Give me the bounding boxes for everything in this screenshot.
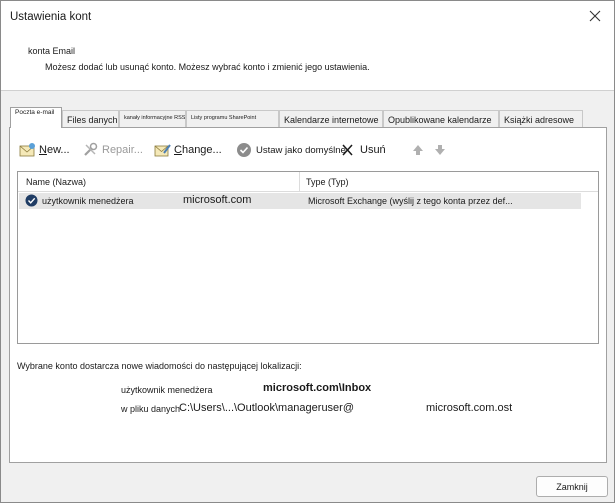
column-name[interactable]: Name (Nazwa) [26,177,86,187]
move-up-button[interactable] [411,140,431,160]
account-row[interactable]: użytkownik menedżera microsoft.com Micro… [19,193,581,209]
checkmark-circle-icon [236,142,253,158]
new-account-button[interactable]: New... [19,140,70,160]
close-icon[interactable] [586,7,604,25]
tab-sharepoint-lists[interactable]: Listy programu SharePoint [186,110,279,127]
set-default-button[interactable]: Ustaw jako domyślne [236,140,346,160]
delivery-location-label: Wybrane konto dostarcza nowe wiadomości … [17,361,302,371]
title-bar: Ustawienia kont [1,1,614,33]
header-title: konta Email [28,46,76,56]
move-down-button[interactable] [433,140,453,160]
tab-rss-feeds[interactable]: kanały informacyjne RSS [119,110,186,127]
tab-published-calendars[interactable]: Opublikowane kalendarze [383,110,499,127]
data-file-suffix: microsoft.com.ost [426,402,513,414]
default-account-icon [25,194,38,209]
delivery-inbox: microsoft.com\Inbox [263,382,372,394]
tab-internet-calendars[interactable]: Kalendarze internetowe [279,110,383,127]
change-account-label: Change... [174,144,222,156]
account-domain: microsoft.com [183,194,252,206]
wrench-icon [82,142,99,158]
repair-account-button[interactable]: Repair... [82,140,143,160]
tab-address-books[interactable]: Książki adresowe [499,110,583,127]
tab-strip: Poczta e-mail Files danych kanały inform… [10,107,604,128]
delivery-account-name: użytkownik menedżera [121,385,213,395]
change-account-button[interactable]: Change... [154,140,222,160]
account-settings-dialog: Ustawienia kont konta Email Możesz dodać… [0,0,615,503]
column-separator [299,172,300,192]
account-list[interactable]: Name (Nazwa) Type (Typ) użytkownik mened… [17,171,599,344]
repair-account-label: Repair... [102,144,143,156]
tab-data-files[interactable]: Files danych [62,110,119,127]
arrow-up-icon [411,142,428,158]
edit-mail-icon [154,142,171,158]
account-type: Microsoft Exchange (wyślij z tego konta … [308,196,513,206]
header-description: Możesz dodać lub usunąć konto. Możesz wy… [45,62,370,72]
window-title: Ustawienia kont [10,11,92,23]
data-file-label: w pliku danych [121,404,181,414]
set-default-label: Ustaw jako domyślne [256,144,346,156]
tab-email[interactable]: Poczta e-mail [10,107,62,128]
close-button[interactable]: Zamknij [536,476,608,497]
data-file-path: C:\Users\...\Outlook\manageruser@ [179,402,355,414]
dialog-header: konta Email Możesz dodać lub usunąć kont… [1,33,614,91]
list-header: Name (Nazwa) Type (Typ) [18,172,598,192]
new-account-label: New... [39,144,70,156]
account-name: użytkownik menedżera [42,196,134,206]
remove-account-button[interactable]: Usuń [340,140,386,160]
new-mail-icon [19,142,36,158]
column-type[interactable]: Type (Typ) [306,177,349,187]
dialog-footer [1,464,614,502]
remove-account-label: Usuń [360,144,386,156]
delete-x-icon [340,142,357,158]
arrow-down-icon [433,142,450,158]
